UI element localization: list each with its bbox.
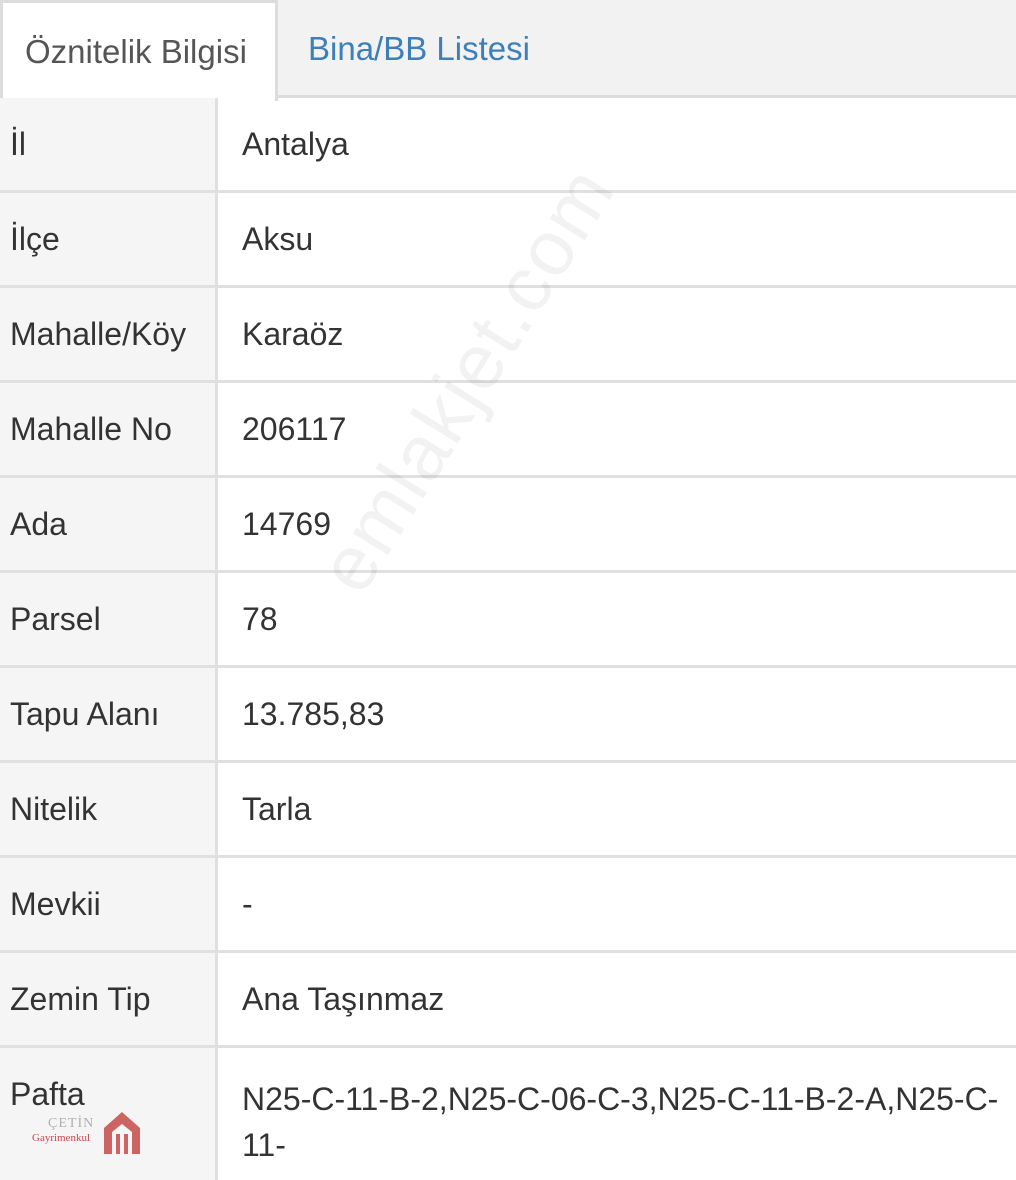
tab-label: Öznitelik Bilgisi <box>25 33 247 70</box>
row-value-pafta: N25-C-11-B-2,N25-C-06-C-3,N25-C-11-B-2-A… <box>242 1081 999 1163</box>
tab-label: Bina/BB Listesi <box>308 30 530 67</box>
row-label-ada: Ada <box>0 478 218 570</box>
row-label-zemin-tip: Zemin Tip <box>0 953 218 1045</box>
table-row: Mahalle/Köy Karaöz <box>0 288 1016 383</box>
table-row: İl Antalya <box>0 98 1016 193</box>
row-value-ada: 14769 <box>242 506 331 542</box>
row-label-ilce: İlçe <box>0 193 218 285</box>
row-value-ilce: Aksu <box>242 221 314 257</box>
row-label-pafta: Pafta <box>0 1048 218 1180</box>
row-value-parsel: 78 <box>242 601 278 637</box>
tab-bina-bb-listesi[interactable]: Bina/BB Listesi <box>308 0 530 98</box>
row-label-nitelik: Nitelik <box>0 763 218 855</box>
page: Öznitelik Bilgisi Bina/BB Listesi İl Ant… <box>0 0 1016 1180</box>
row-label-mevkii: Mevkii <box>0 858 218 950</box>
row-value-zemin-tip: Ana Taşınmaz <box>242 981 445 1017</box>
row-value-nitelik: Tarla <box>242 791 312 827</box>
table-row: Ada 14769 <box>0 478 1016 573</box>
row-value-mahalle-koy: Karaöz <box>242 316 344 352</box>
row-label-il: İl <box>0 98 218 190</box>
table-row: İlçe Aksu <box>0 193 1016 288</box>
row-value-mevkii: - <box>242 886 253 922</box>
table-row: Tapu Alanı 13.785,83 <box>0 668 1016 763</box>
row-label-mahalle-no: Mahalle No <box>0 383 218 475</box>
row-value-il: Antalya <box>242 126 349 162</box>
tab-bar: Öznitelik Bilgisi Bina/BB Listesi <box>0 0 1016 101</box>
table-row: Pafta N25-C-11-B-2,N25-C-06-C-3,N25-C-11… <box>0 1048 1016 1180</box>
row-value-mahalle-no: 206117 <box>242 411 347 447</box>
table-row: Zemin Tip Ana Taşınmaz <box>0 953 1016 1048</box>
table-row: Mevkii - <box>0 858 1016 953</box>
row-label-tapu-alani: Tapu Alanı <box>0 668 218 760</box>
row-label-parsel: Parsel <box>0 573 218 665</box>
attribute-table: İl Antalya İlçe Aksu Mahalle/Köy Karaöz … <box>0 98 1016 1180</box>
table-row: Nitelik Tarla <box>0 763 1016 858</box>
tab-oznitelik-bilgisi[interactable]: Öznitelik Bilgisi <box>0 0 278 101</box>
table-row: Mahalle No 206117 <box>0 383 1016 478</box>
table-row: Parsel 78 <box>0 573 1016 668</box>
row-value-tapu-alani: 13.785,83 <box>242 696 385 732</box>
row-label-mahalle-koy: Mahalle/Köy <box>0 288 218 380</box>
